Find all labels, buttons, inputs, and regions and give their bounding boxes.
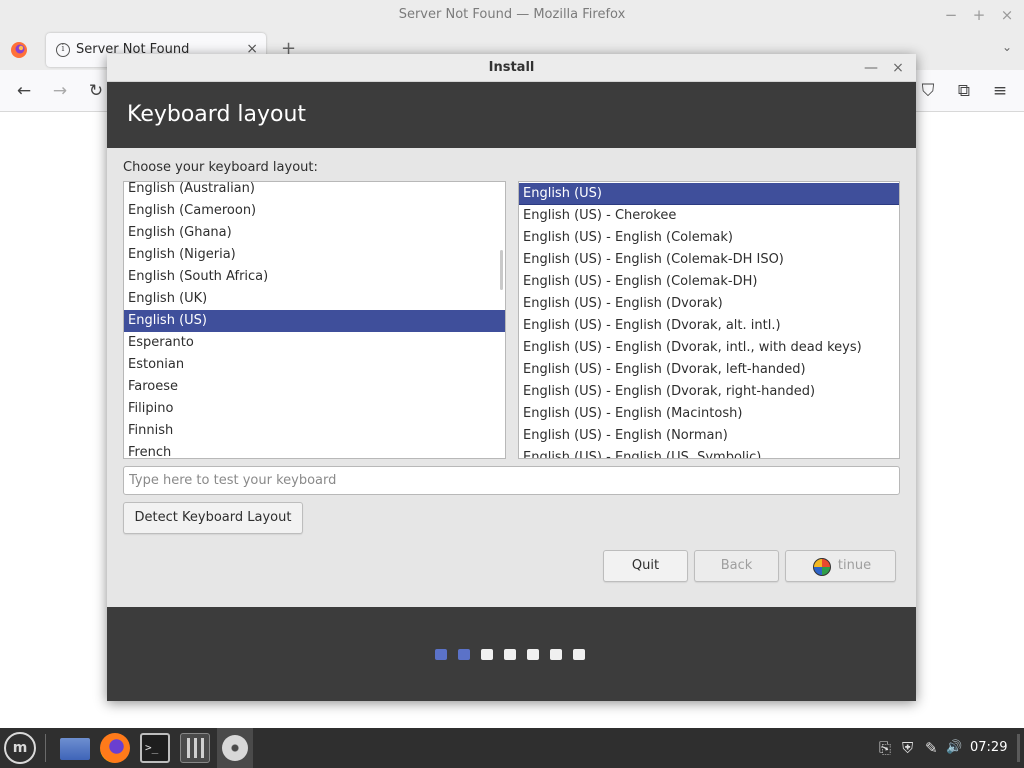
dialog-header: Keyboard layout bbox=[107, 82, 916, 148]
variant-list-item[interactable]: English (US) bbox=[519, 183, 899, 205]
progress-dot bbox=[573, 649, 585, 660]
variant-list-item[interactable]: English (US) - English (Colemak-DH ISO) bbox=[519, 249, 899, 271]
clipboard-icon[interactable]: ⎘ bbox=[879, 739, 891, 757]
back-button[interactable]: Back bbox=[694, 550, 779, 582]
layout-list-item[interactable]: English (Cameroon) bbox=[124, 200, 505, 222]
firefox-maximize-button[interactable]: + bbox=[968, 4, 990, 26]
mint-menu-icon[interactable]: m bbox=[4, 732, 36, 764]
variant-list-items: English (US) English (US) - Cherokee Engli… bbox=[519, 183, 899, 458]
layout-list-item[interactable]: English (US) bbox=[124, 310, 505, 332]
variant-list-item[interactable]: English (US) - English (US, Symbolic) bbox=[519, 447, 899, 458]
forward-arrow-icon[interactable]: → bbox=[49, 80, 71, 102]
settings-mixer-icon[interactable] bbox=[180, 733, 210, 763]
dialog-footer bbox=[107, 607, 916, 701]
layout-list-item[interactable]: Faroese bbox=[124, 376, 505, 398]
busy-cursor-icon bbox=[813, 558, 831, 576]
variant-list-item[interactable]: English (US) - English (Dvorak) bbox=[519, 293, 899, 315]
hamburger-menu-icon[interactable]: ≡ bbox=[989, 80, 1011, 102]
firefox-minimize-button[interactable]: − bbox=[940, 4, 962, 26]
reload-icon[interactable]: ↻ bbox=[85, 80, 107, 102]
variant-list-item[interactable]: English (US) - English (Dvorak, alt. int… bbox=[519, 315, 899, 337]
variant-list-item[interactable]: English (US) - English (Colemak-DH) bbox=[519, 271, 899, 293]
layout-list-item[interactable]: English (South Africa) bbox=[124, 266, 505, 288]
progress-dot bbox=[481, 649, 493, 660]
quit-button[interactable]: Quit bbox=[603, 550, 688, 582]
layout-list-scrollbar[interactable] bbox=[500, 250, 503, 290]
layout-list-item[interactable]: English (Nigeria) bbox=[124, 244, 505, 266]
dialog-body: Choose your keyboard layout: English (Au… bbox=[107, 148, 916, 607]
layout-list-item[interactable]: English (Australian) bbox=[124, 182, 505, 200]
pocket-icon[interactable]: ⛉ bbox=[917, 80, 939, 102]
layout-list-item[interactable]: Esperanto bbox=[124, 332, 505, 354]
firefox-titlebar: Server Not Found — Mozilla Firefox − + × bbox=[0, 0, 1024, 30]
layout-list-item[interactable]: French bbox=[124, 442, 505, 458]
progress-dot bbox=[550, 649, 562, 660]
progress-dot bbox=[527, 649, 539, 660]
install-dialog: Install — × Keyboard layout Choose your … bbox=[107, 54, 916, 701]
dialog-close-button[interactable]: × bbox=[888, 58, 908, 78]
taskbar: m >_ ⎘ ⛨ ✎ 🔊 07:29 bbox=[0, 728, 1024, 768]
layout-list-item[interactable]: English (UK) bbox=[124, 288, 505, 310]
choose-layout-label: Choose your keyboard layout: bbox=[123, 160, 318, 175]
taskbar-separator bbox=[45, 734, 46, 762]
layout-list[interactable]: English (Australian) English (Cameroon) En… bbox=[123, 181, 506, 459]
continue-button[interactable]: tinue bbox=[785, 550, 896, 582]
variant-list-item[interactable]: English (US) - English (Dvorak, left-han… bbox=[519, 359, 899, 381]
firefox-launcher-icon[interactable] bbox=[100, 733, 130, 763]
dialog-titlebar: Install — × bbox=[107, 54, 916, 82]
variant-list-item[interactable]: English (US) - Cherokee bbox=[519, 205, 899, 227]
variant-list-item[interactable]: English (US) - English (Macintosh) bbox=[519, 403, 899, 425]
layout-list-item[interactable]: Filipino bbox=[124, 398, 505, 420]
variant-list-item[interactable]: English (US) - English (Dvorak, intl., w… bbox=[519, 337, 899, 359]
layout-list-item[interactable]: Estonian bbox=[124, 354, 505, 376]
clock[interactable]: 07:29 bbox=[970, 740, 1007, 755]
layout-list-item[interactable]: Finnish bbox=[124, 420, 505, 442]
layout-list-item[interactable]: English (Ghana) bbox=[124, 222, 505, 244]
progress-dot bbox=[504, 649, 516, 660]
variant-list-item[interactable]: English (US) - English (Colemak) bbox=[519, 227, 899, 249]
tab-list-chevron-down-icon[interactable]: ⌄ bbox=[1002, 40, 1012, 54]
pen-icon[interactable]: ✎ bbox=[925, 739, 938, 757]
variant-list-item[interactable]: English (US) - English (Dvorak, right-ha… bbox=[519, 381, 899, 403]
volume-icon[interactable]: 🔊 bbox=[946, 739, 962, 757]
page-title: Keyboard layout bbox=[127, 102, 307, 127]
info-icon: i bbox=[56, 43, 70, 57]
keyboard-test-input[interactable] bbox=[123, 466, 900, 495]
extensions-icon[interactable]: ⧉ bbox=[953, 80, 975, 102]
disc-installer-icon bbox=[222, 735, 248, 761]
firefox-window-title: Server Not Found — Mozilla Firefox bbox=[398, 7, 626, 22]
shield-icon[interactable]: ⛨ bbox=[902, 739, 913, 757]
firefox-close-button[interactable]: × bbox=[996, 4, 1018, 26]
variant-list[interactable]: English (US) English (US) - Cherokee Engli… bbox=[518, 181, 900, 459]
layout-list-items: English (Australian) English (Cameroon) En… bbox=[124, 182, 505, 458]
show-desktop-button[interactable] bbox=[1017, 734, 1020, 762]
firefox-logo-icon[interactable] bbox=[10, 41, 28, 59]
back-arrow-icon[interactable]: ← bbox=[13, 80, 35, 102]
detect-keyboard-layout-button[interactable]: Detect Keyboard Layout bbox=[123, 502, 303, 534]
files-folder-icon[interactable] bbox=[60, 738, 90, 760]
variant-list-item[interactable]: English (US) - English (Norman) bbox=[519, 425, 899, 447]
progress-dot bbox=[458, 649, 470, 660]
dialog-minimize-button[interactable]: — bbox=[861, 58, 881, 78]
dialog-title: Install bbox=[488, 60, 535, 75]
terminal-icon[interactable]: >_ bbox=[140, 733, 170, 763]
progress-dot bbox=[435, 649, 447, 660]
